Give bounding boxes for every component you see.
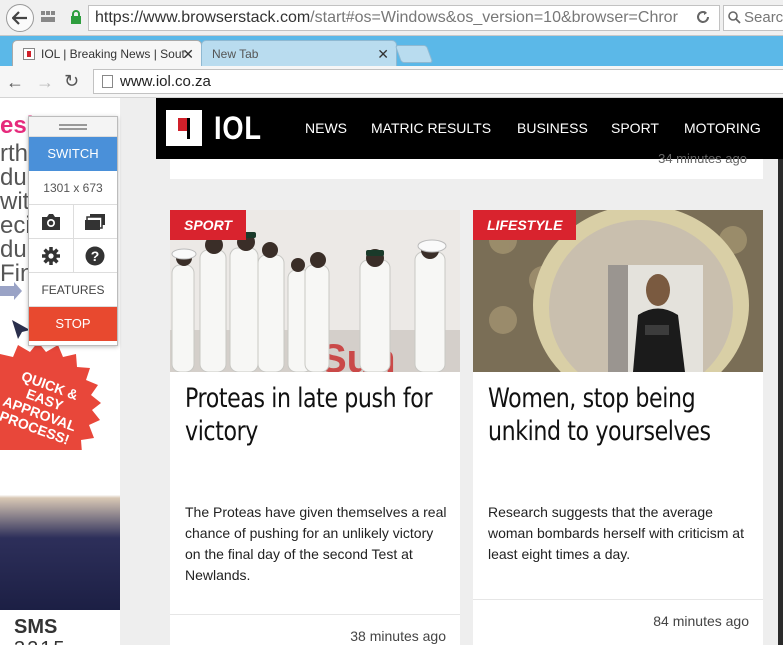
widget-icon-row: ? (29, 239, 117, 273)
remote-toolbar: ← → ↻ www.iol.co.za (0, 66, 783, 98)
article-title[interactable]: Proteas in late push for victory (185, 382, 447, 448)
gallery-button[interactable] (72, 205, 117, 239)
site-header: IOL NEWS MATRIC RESULTS BUSINESS SPORT M… (156, 98, 783, 159)
ad-arrow-icon (0, 282, 22, 300)
ad-text-line: wit (0, 188, 30, 215)
close-tab-icon[interactable]: ✕ (377, 41, 389, 66)
resolution-display: 1301 x 673 (29, 171, 117, 205)
outer-reload-button[interactable] (690, 6, 716, 28)
article-image[interactable]: Sun SPORT (170, 210, 460, 372)
previous-article-strip: 34 minutes ago (170, 151, 763, 179)
article-time: 38 minutes ago (350, 628, 446, 644)
iol-favicon-icon (23, 48, 35, 60)
grip-icon (59, 123, 87, 130)
page-viewport: esi rth du wit eci du Fin QUICK & EASY A… (0, 98, 783, 645)
help-button[interactable]: ? (72, 239, 117, 273)
nav-news[interactable]: NEWS (305, 118, 347, 138)
ad-photo (0, 450, 120, 610)
back-arrow-icon[interactable]: ← (6, 72, 24, 93)
gallery-icon (85, 214, 106, 230)
site-logo[interactable]: IOL (214, 108, 262, 148)
search-icon (728, 11, 741, 24)
article-card[interactable]: LIFESTYLE Women, stop being unkind to yo… (473, 210, 763, 645)
tab-new-tab[interactable]: New Tab ✕ (201, 40, 397, 66)
screenshot-button[interactable] (29, 205, 73, 239)
apps-grid-icon[interactable] (41, 11, 55, 22)
article-summary: The Proteas have given themselves a real… (185, 504, 447, 583)
outer-browser-toolbar: https://www.browserstack.com/start#os=Wi… (0, 0, 783, 36)
nav-motoring[interactable]: MOTORING (684, 118, 761, 138)
ad-sms-number: 3215 (14, 638, 67, 645)
tab-label: IOL | Breaking News | Sout (41, 47, 185, 61)
gear-icon (41, 247, 60, 265)
arrow-left-icon (12, 11, 27, 25)
url-host: https://www.browserstack.com (95, 9, 311, 26)
category-tag[interactable]: LIFESTYLE (473, 210, 577, 240)
article-time: 84 minutes ago (653, 613, 749, 629)
article-image[interactable]: LIFESTYLE (473, 210, 763, 372)
remote-tab-strip: IOL | Breaking News | Sout ✕ New Tab ✕ (0, 36, 783, 66)
ad-text-line: du (0, 164, 27, 191)
article-title[interactable]: Women, stop being unkind to yourselves (488, 382, 750, 448)
outer-search-field[interactable]: Search (723, 5, 783, 31)
lock-icon (71, 10, 81, 24)
stop-button[interactable]: STOP (29, 307, 117, 341)
iol-logo-icon[interactable] (166, 110, 202, 146)
nav-sport[interactable]: SPORT (611, 118, 659, 138)
widget-icon-row (29, 205, 117, 239)
page-icon (102, 75, 113, 88)
page-edge (778, 159, 783, 645)
svg-text:?: ? (91, 248, 100, 264)
help-icon: ? (85, 246, 105, 266)
article-summary: Research suggests that the average woman… (488, 504, 744, 562)
switch-button[interactable]: SWITCH (29, 137, 117, 171)
divider (473, 599, 763, 600)
ad-text-line: rth (0, 140, 29, 167)
reload-icon (697, 11, 709, 23)
remote-url-text: www.iol.co.za (120, 73, 211, 90)
features-button[interactable]: FEATURES (29, 273, 117, 307)
browserstack-toolbar-widget[interactable]: SWITCH 1301 x 673 ? FEATURES STOP (28, 116, 118, 346)
ad-text-line: du (0, 236, 27, 263)
new-tab-button[interactable] (394, 45, 434, 63)
article-time: 34 minutes ago (658, 151, 747, 166)
category-tag[interactable]: SPORT (170, 210, 246, 240)
url-path: /start#os=Windows&os_version=10&browser=… (310, 9, 678, 26)
outer-address-bar[interactable]: https://www.browserstack.com/start#os=Wi… (88, 5, 720, 31)
article-card[interactable]: Sun SPORT Proteas in late push for victo… (170, 210, 460, 645)
reload-icon[interactable]: ↻ (64, 71, 79, 92)
drag-handle[interactable] (29, 117, 117, 137)
nav-matric-results[interactable]: MATRIC RESULTS (371, 118, 491, 138)
tab-iol[interactable]: IOL | Breaking News | Sout ✕ (12, 40, 202, 66)
ad-text-line: eci (0, 212, 31, 239)
search-placeholder: Search (744, 9, 783, 26)
close-tab-icon[interactable]: ✕ (182, 41, 194, 66)
tab-label: New Tab (212, 47, 259, 61)
ad-sms-label: SMS (14, 616, 58, 638)
forward-arrow-icon[interactable]: → (36, 72, 54, 93)
nav-business[interactable]: BUSINESS (517, 118, 588, 138)
camera-icon (41, 214, 60, 230)
remote-address-bar[interactable]: www.iol.co.za (93, 69, 783, 94)
back-button[interactable] (6, 4, 34, 32)
settings-button[interactable] (29, 239, 73, 273)
divider (170, 614, 460, 615)
